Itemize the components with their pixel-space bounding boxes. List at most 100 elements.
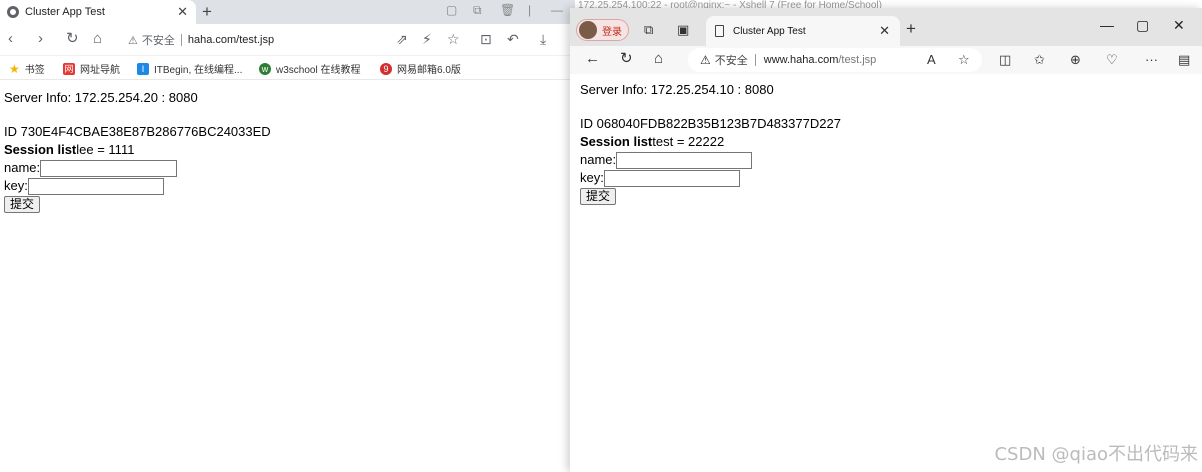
sidebar-icon[interactable]: ▤ [1178, 52, 1190, 68]
new-tab-icon[interactable]: + [202, 2, 212, 22]
session-list: Session list lee = 1111 [4, 141, 271, 159]
arrow-left-icon[interactable]: ‹ [8, 31, 13, 47]
bookmark-favicon-icon: 9 [380, 62, 392, 75]
url-separator [180, 34, 182, 46]
session-list-value: test = 22222 [652, 134, 725, 149]
trash-icon[interactable]: 🗑 [500, 3, 515, 17]
server-info: Server Info: 172.25.254.20 : 8080 [4, 90, 198, 105]
bookmark-favicon-icon: 网 [63, 62, 75, 75]
share-icon[interactable]: ⇗ [396, 31, 408, 47]
maximize-icon[interactable]: ▢ [1136, 17, 1149, 34]
page-icon [715, 25, 724, 37]
watermark: CSDN @qiao不出代码来 [994, 444, 1198, 465]
key-label: key: [4, 178, 28, 193]
insecure-label: 不安全 [714, 55, 748, 67]
close-icon[interactable]: ✕ [177, 4, 188, 20]
performance-icon[interactable]: ♡ [1106, 52, 1118, 68]
bookmark-item[interactable]: I ITBegin, 在线编程... [137, 61, 242, 76]
read-aloud-icon[interactable]: A [927, 52, 936, 68]
name-row: name: [580, 151, 841, 169]
page-content: Server Info: 172.25.254.20 : 8080 ID 730… [4, 89, 271, 213]
bookmark-star-icon: ★ [9, 61, 20, 76]
page-content: Server Info: 172.25.254.10 : 8080 ID 068… [580, 81, 841, 205]
key-input[interactable] [603, 169, 740, 187]
warning-icon: ⚠ [128, 34, 138, 47]
tab-favicon-icon [7, 6, 19, 18]
name-input[interactable] [616, 151, 753, 169]
bookmarks-bar: ★ 书签 网 网址导航 I ITBegin, 在线编程... w w3schoo… [0, 56, 575, 80]
reload-icon[interactable]: ↻ [66, 31, 79, 47]
close-icon[interactable]: ✕ [879, 23, 890, 39]
url-host: www.haha.com [763, 54, 839, 66]
key-row: key: [580, 169, 841, 187]
session-list-label: Session list [580, 134, 653, 149]
bookmark-label: 网址导航 [80, 65, 120, 76]
star-icon[interactable]: ☆ [447, 31, 460, 47]
tab-strip: Cluster App Test ✕ + ▢ ⧉ 🗑 | — [0, 0, 575, 24]
reload-icon[interactable]: ↻ [620, 51, 633, 67]
bookmark-item[interactable]: 9 网易邮箱6.0版 [380, 61, 461, 76]
url-path: /test.jsp [838, 54, 877, 66]
bookmark-item[interactable]: ★ 书签 [9, 61, 45, 77]
edge-titlebar: 登录 ⧉ ▣ Cluster App Test ✕ + — ▢ ✕ [570, 8, 1202, 46]
name-label: name: [4, 160, 41, 175]
bookmark-item[interactable]: w w3school 在线教程 [259, 61, 360, 76]
login-button[interactable]: 登录 [576, 19, 629, 41]
session-list-value: lee = 1111 [76, 142, 135, 157]
minimize-icon[interactable]: — [1100, 17, 1114, 33]
name-input[interactable] [40, 159, 178, 177]
login-label: 登录 [602, 26, 622, 38]
bookmark-label: ITBegin, 在线编程... [154, 65, 243, 76]
lightning-icon[interactable]: ⚡ [422, 31, 432, 47]
undo-icon[interactable]: ↶ [507, 31, 519, 47]
download-icon[interactable]: ⤓ [540, 31, 546, 47]
avatar [579, 21, 597, 39]
submit-button[interactable]: 提交 [4, 196, 41, 213]
window-icon[interactable]: ▢ [446, 3, 457, 17]
close-window-icon[interactable]: ✕ [1173, 17, 1185, 34]
extensions-icon[interactable]: ⊡ [480, 31, 492, 47]
key-row: key: [4, 177, 271, 195]
minimize-icon[interactable]: — [551, 3, 563, 17]
key-label: key: [580, 170, 604, 185]
bookmark-label: 书签 [24, 65, 45, 76]
bookmark-label: 网易邮箱6.0版 [397, 65, 461, 76]
session-id: ID 068040FDB822B35B123B7D483377D227 [580, 116, 841, 131]
new-tab-icon[interactable]: + [906, 19, 916, 39]
key-input[interactable] [27, 177, 164, 195]
url-text: www.haha.com/test.jsp [764, 54, 877, 66]
edge-window: 登录 ⧉ ▣ Cluster App Test ✕ + — ▢ ✕ ← ↻ ⌂ … [570, 8, 1202, 472]
url-text: haha.com/test.jsp [187, 34, 275, 46]
bookmark-label: w3school 在线教程 [276, 65, 361, 76]
tab-actions-icon[interactable]: ▣ [677, 22, 689, 38]
chrome-toolbar: ‹ › ↻ ⌂ ⚠ 不安全 haha.com/test.jsp ⇗ ⚡ ☆ ⊡ … [0, 24, 575, 56]
tab-cluster-app-test[interactable]: Cluster App Test ✕ [0, 0, 196, 24]
split-screen-icon[interactable]: ◫ [999, 52, 1011, 68]
copy-icon[interactable]: ⧉ [473, 3, 482, 18]
edge-toolbar: ← ↻ ⌂ ⚠ 不安全 www.haha.com/test.jsp A ☆ ◫ … [570, 46, 1202, 74]
star-icon[interactable]: ☆ [958, 52, 970, 68]
more-icon[interactable]: ··· [1145, 52, 1158, 68]
warning-icon: ⚠ [700, 53, 711, 67]
tab-title: Cluster App Test [25, 6, 105, 18]
collections-icon[interactable]: ⊕ [1070, 52, 1081, 68]
bookmark-favicon-icon: w [259, 62, 271, 75]
bookmark-item[interactable]: 网 网址导航 [63, 61, 120, 76]
arrow-left-icon[interactable]: ← [585, 51, 600, 67]
url-separator [754, 54, 756, 66]
session-list-label: Session list [4, 142, 77, 157]
arrow-right-icon[interactable]: › [38, 31, 43, 47]
bookmark-favicon-icon: I [137, 62, 149, 75]
home-icon[interactable]: ⌂ [93, 31, 102, 47]
divider-icon: | [528, 3, 532, 17]
tab-cluster-app-test[interactable]: Cluster App Test ✕ [706, 16, 900, 46]
name-row: name: [4, 159, 271, 177]
favorites-icon[interactable]: ✩ [1034, 52, 1045, 68]
home-icon[interactable]: ⌂ [654, 51, 663, 67]
session-list: Session list test = 22222 [580, 133, 841, 151]
workspaces-icon[interactable]: ⧉ [644, 22, 653, 38]
insecure-label: 不安全 [141, 35, 175, 47]
address-bar[interactable]: ⚠ 不安全 haha.com/test.jsp [118, 28, 473, 52]
address-bar[interactable]: ⚠ 不安全 www.haha.com/test.jsp [688, 48, 982, 72]
submit-button[interactable]: 提交 [580, 188, 617, 205]
